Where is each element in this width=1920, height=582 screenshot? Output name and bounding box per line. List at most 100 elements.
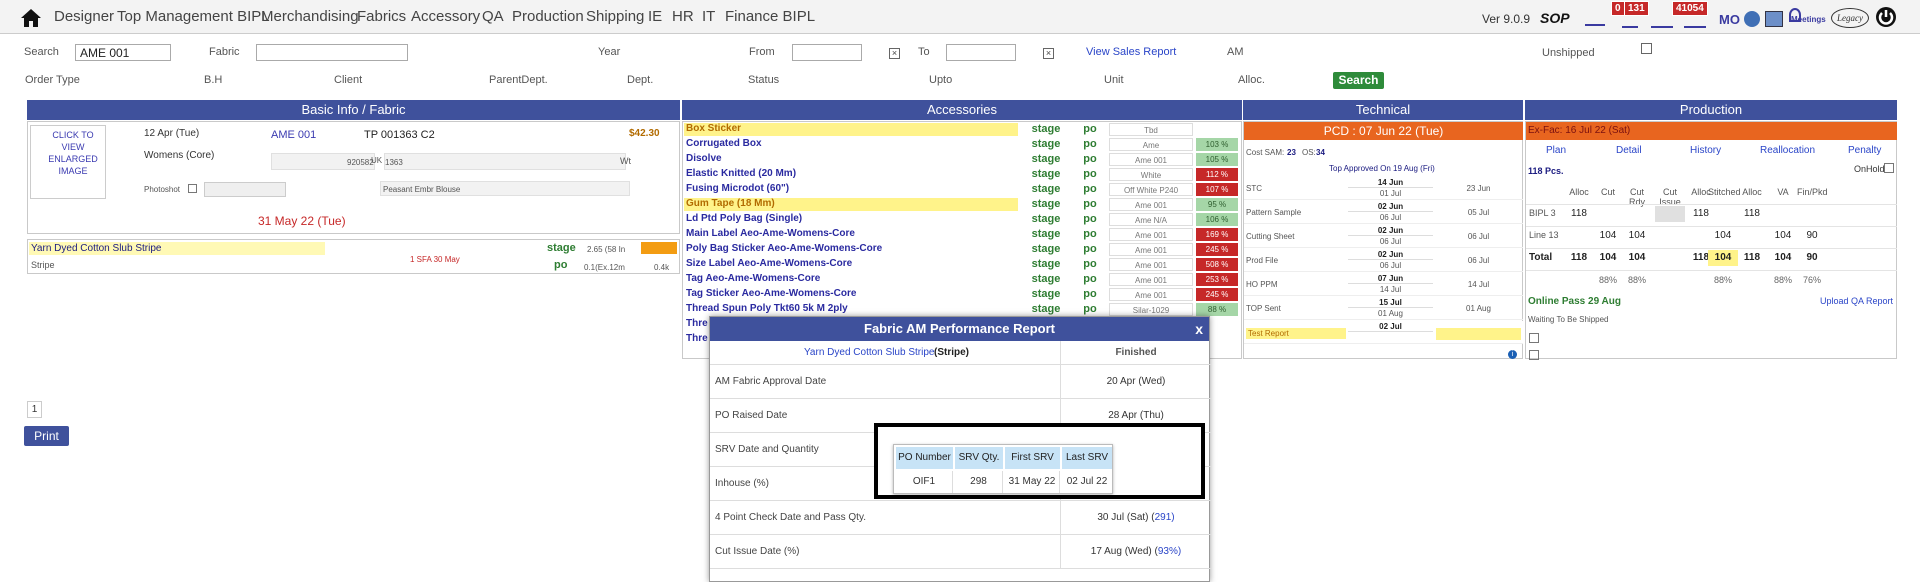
- accessory-name-link[interactable]: Ld Ptd Poly Bag (Single): [684, 213, 1018, 226]
- info-icon[interactable]: i: [1508, 350, 1517, 359]
- accessory-name-link[interactable]: Elastic Knitted (20 Mm): [684, 168, 1018, 181]
- accessory-name-link[interactable]: Poly Bag Sticker Aeo-Ame-Womens-Core: [684, 243, 1018, 256]
- production-cell: 104: [1708, 250, 1738, 266]
- production-cell: [1737, 228, 1767, 244]
- tab-reallocation[interactable]: Reallocation: [1760, 145, 1815, 156]
- tab-history[interactable]: History: [1690, 145, 1721, 156]
- clear-from-icon[interactable]: ×: [889, 48, 900, 59]
- waiting-checkbox-2[interactable]: [1529, 350, 1539, 360]
- accessory-name-link[interactable]: Tag Sticker Aeo-Ame-Womens-Core: [684, 288, 1018, 301]
- modal-row-value: 20 Apr (Wed): [1061, 376, 1211, 387]
- technical-row: Cutting Sheet 02 Jun 06 Jul 06 Jul: [1244, 225, 1523, 248]
- upload-qa-report-link[interactable]: Upload QA Report: [1820, 296, 1893, 306]
- technical-row-label: Pattern Sample: [1246, 208, 1302, 217]
- production-row-label: Line 13: [1529, 230, 1559, 240]
- accessory-color: Ame 001: [1109, 228, 1193, 241]
- pagination-page[interactable]: 1: [27, 401, 42, 418]
- photoshoot-input[interactable]: [204, 182, 286, 197]
- technical-target-date: 06 Jul: [1379, 213, 1402, 222]
- photoshoot-checkbox[interactable]: [188, 184, 197, 193]
- accessory-name-link[interactable]: Size Label Aeo-Ame-Womens-Core: [684, 258, 1018, 271]
- accessory-stage: stage: [1022, 288, 1070, 301]
- view-sales-report-link[interactable]: View Sales Report: [1086, 46, 1176, 58]
- accessory-row: Tag Sticker Aeo-Ame-Womens-Core stage po Am…: [683, 287, 1240, 301]
- legacy-button[interactable]: Legacy: [1831, 8, 1869, 28]
- nav-item-it[interactable]: IT: [702, 8, 715, 25]
- search-button[interactable]: Search: [1333, 72, 1384, 89]
- notification-badge-2[interactable]: 131: [1624, 1, 1649, 16]
- print-button[interactable]: Print: [24, 426, 69, 446]
- search-input[interactable]: AME 001: [75, 44, 171, 61]
- notification-badge-3[interactable]: 41054: [1672, 1, 1708, 16]
- online-pass: Online Pass 29 Aug: [1528, 296, 1621, 307]
- email-icon[interactable]: [1651, 14, 1673, 28]
- accessory-name-link[interactable]: Tag Aeo-Ame-Womens-Core: [684, 273, 1018, 286]
- fabric-type: Stripe: [31, 260, 55, 270]
- modal-row-value-text: 30 Jul (Sat) (: [1097, 512, 1155, 523]
- meetings-label[interactable]: Meetings: [1791, 15, 1826, 24]
- technical-planned-date: 14 Jun: [1348, 178, 1433, 188]
- ship-date: 31 May 22 (Tue): [258, 214, 346, 228]
- srv-qty: 298: [955, 471, 1003, 493]
- tab-penalty[interactable]: Penalty: [1848, 145, 1881, 156]
- accessory-row: Gum Tape (18 Mm) stage po Ame 001 95 %: [683, 197, 1240, 211]
- clear-to-icon[interactable]: ×: [1043, 48, 1054, 59]
- nav-item-ie[interactable]: IE: [648, 8, 662, 25]
- accessory-name-link[interactable]: Disolve: [684, 153, 1018, 166]
- accessory-name-link[interactable]: Fusing Microdot (60"): [684, 183, 1018, 196]
- modal-row-value-text: 17 Aug (Wed) (: [1090, 546, 1158, 557]
- home-icon[interactable]: [20, 8, 42, 28]
- nav-item-fabrics[interactable]: Fabrics: [357, 8, 406, 25]
- notification-badge-1[interactable]: 0: [1611, 1, 1625, 16]
- accessory-name-link[interactable]: Gum Tape (18 Mm): [684, 198, 1018, 211]
- technical-planned-date: 02 Jun: [1348, 202, 1433, 212]
- accessory-percent: 245 %: [1196, 288, 1238, 301]
- modal-row-value-link[interactable]: 291): [1155, 512, 1175, 523]
- task-icon[interactable]: [1684, 14, 1706, 28]
- accessory-name-link[interactable]: Box Sticker: [684, 123, 1018, 136]
- power-icon[interactable]: [1875, 6, 1897, 28]
- dashboard-icon[interactable]: [1585, 12, 1605, 26]
- nav-item-accessory[interactable]: Accessory: [411, 8, 480, 25]
- technical-actual-date: 05 Jul: [1467, 208, 1490, 217]
- production-panel: Ex-Fac: 16 Jul 22 (Sat) Plan Detail Hist…: [1525, 121, 1897, 360]
- modal-row-label: Inhouse (%): [715, 478, 769, 489]
- sop-link[interactable]: SOP: [1540, 10, 1570, 26]
- nav-item-finance[interactable]: Finance BIPL: [725, 8, 815, 25]
- scrollbar[interactable]: [1241, 122, 1242, 359]
- mo-icon[interactable]: MO: [1719, 12, 1740, 27]
- calendar-icon[interactable]: [1765, 11, 1783, 27]
- accessory-percent: 253 %: [1196, 273, 1238, 286]
- accessory-name-link[interactable]: Thread Spun Poly Tkt60 5k M 2ply: [684, 303, 1018, 316]
- modal-close-button[interactable]: x: [1195, 317, 1203, 341]
- production-cell: 90: [1806, 252, 1818, 263]
- accessory-name-link[interactable]: Main Label Aeo-Ame-Womens-Core: [684, 228, 1018, 241]
- style-number-link[interactable]: AME 001: [271, 129, 316, 141]
- nav-item-hr[interactable]: HR: [672, 8, 694, 25]
- parent-dept-label: ParentDept.: [489, 74, 548, 86]
- os-label: OS:: [1302, 148, 1316, 157]
- modal-row-value-link[interactable]: 93%): [1158, 546, 1181, 557]
- globe-icon[interactable]: [1744, 11, 1760, 27]
- style-image[interactable]: CLICK TO VIEW ENLARGED IMAGE: [30, 125, 106, 199]
- waiting-checkbox-1[interactable]: [1529, 333, 1539, 343]
- tab-plan[interactable]: Plan: [1546, 145, 1566, 156]
- nav-item-qa[interactable]: QA: [482, 8, 504, 25]
- tcn-icon[interactable]: [1622, 14, 1638, 28]
- technical-row-label: Cutting Sheet: [1246, 232, 1295, 241]
- from-date-input[interactable]: [792, 44, 862, 61]
- nav-item-top-management[interactable]: Top Management BIPL: [117, 8, 270, 25]
- nav-item-shipping[interactable]: Shipping: [586, 8, 644, 25]
- accessory-name-link[interactable]: Corrugated Box: [684, 138, 1018, 151]
- nav-item-merchandising[interactable]: Merchandising: [261, 8, 359, 25]
- to-date-input[interactable]: [946, 44, 1016, 61]
- nav-item-designer[interactable]: Designer: [54, 8, 114, 25]
- fabric-input[interactable]: [256, 44, 408, 61]
- tab-detail[interactable]: Detail: [1616, 145, 1642, 156]
- unshipped-checkbox[interactable]: [1641, 43, 1652, 54]
- fabric-name-link[interactable]: Yarn Dyed Cotton Slub Stripe: [31, 243, 161, 254]
- onhold-checkbox[interactable]: [1884, 163, 1894, 173]
- nav-item-production[interactable]: Production: [512, 8, 584, 25]
- srv-detail-tooltip: PO Number SRV Qty. First SRV Last SRV OI…: [893, 444, 1113, 494]
- order-type-label: Order Type: [25, 74, 80, 86]
